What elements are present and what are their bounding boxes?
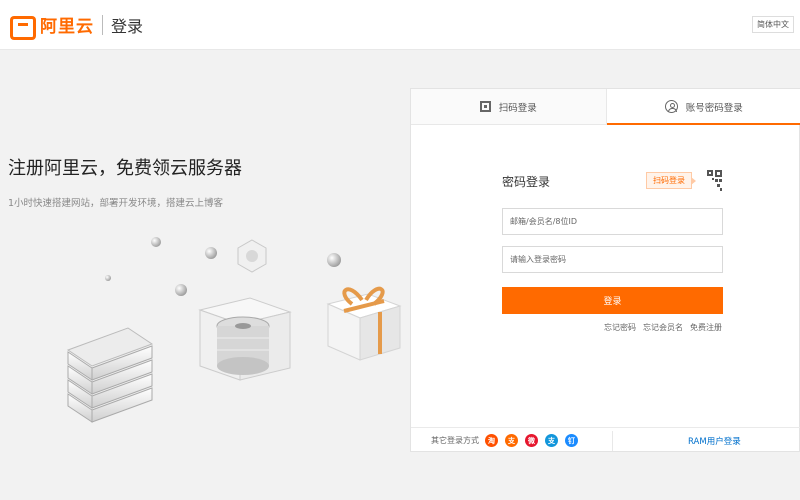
taobao-icon[interactable]: 淘 — [485, 434, 498, 447]
tab-password-login[interactable]: 账号密码登录 — [605, 89, 800, 125]
aliyun-logo-icon — [10, 15, 36, 40]
forgot-password-link[interactable]: 忘记密码 — [604, 322, 636, 333]
login-panel: 扫码登录 账号密码登录 密码登录 扫码登录 登录 忘记密码 忘记会员名 免费注册… — [410, 88, 800, 452]
cloud-servers-illustration — [66, 237, 402, 423]
login-tabs: 扫码登录 账号密码登录 — [411, 89, 800, 125]
ram-user-login-link[interactable]: RAM用户登录 — [688, 435, 741, 447]
forgot-username-link[interactable]: 忘记会员名 — [643, 322, 683, 333]
free-register-link[interactable]: 免费注册 — [690, 322, 722, 333]
tab-qr-login[interactable]: 扫码登录 — [411, 89, 606, 124]
dingtalk-icon[interactable]: 钉 — [565, 434, 578, 447]
login-button[interactable]: 登录 — [502, 287, 723, 314]
promo-title: 注册阿里云，免费领云服务器 — [8, 158, 242, 179]
alipay-icon[interactable]: 支 — [505, 434, 518, 447]
language-selector[interactable]: 简体中文 — [752, 16, 794, 33]
account-links: 忘记密码 忘记会员名 免费注册 — [604, 322, 722, 333]
qr-login-tip[interactable]: 扫码登录 — [646, 172, 696, 189]
top-header: 阿里云 登录 简体中文 — [0, 0, 800, 50]
form-title: 密码登录 — [502, 175, 551, 189]
brand-name: 阿里云 — [40, 17, 94, 37]
qr-corner-icon[interactable] — [698, 169, 723, 194]
username-input[interactable] — [502, 208, 723, 235]
weibo-icon[interactable]: 微 — [525, 434, 538, 447]
alipay-blue-icon[interactable]: 支 — [545, 434, 558, 447]
other-login-label: 其它登录方式 — [431, 436, 479, 445]
tab-label: 扫码登录 — [498, 102, 537, 114]
login-footer: 其它登录方式 淘支微支钉 RAM用户登录 — [411, 427, 800, 453]
user-icon — [664, 100, 678, 113]
logo-divider — [102, 14, 103, 35]
footer-divider — [612, 431, 613, 451]
social-login-list: 淘支微支钉 — [485, 434, 578, 447]
password-input[interactable] — [502, 246, 723, 273]
page-title: 登录 — [111, 16, 144, 36]
promo-subtitle: 1小时快速搭建网站，部署开发环境，搭建云上博客 — [8, 198, 224, 209]
aliyun-logo[interactable]: 阿里云 登录 — [10, 12, 144, 40]
qr-code-icon — [479, 101, 491, 112]
tab-label: 账号密码登录 — [685, 102, 743, 114]
